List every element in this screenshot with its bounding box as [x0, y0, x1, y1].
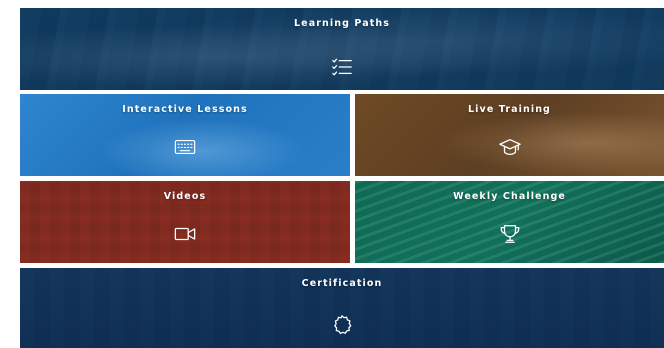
certification-tile[interactable]: Certification — [20, 268, 664, 348]
badge-icon — [329, 312, 355, 338]
certification-label: Certification — [301, 278, 383, 289]
learning-paths-label: Learning Paths — [294, 18, 390, 29]
trophy-icon — [497, 221, 523, 247]
videos-tile[interactable]: Videos — [20, 181, 350, 263]
checklist-icon — [329, 54, 355, 80]
interactive-lessons-label: Interactive Lessons — [122, 104, 248, 115]
weekly-challenge-label: Weekly Challenge — [453, 191, 566, 202]
weekly-challenge-tile[interactable]: Weekly Challenge — [355, 181, 664, 263]
video-camera-icon — [172, 221, 198, 247]
keyboard-icon — [172, 134, 198, 160]
videos-label: Videos — [163, 191, 207, 202]
live-training-tile[interactable]: Live Training — [355, 94, 664, 176]
live-training-label: Live Training — [468, 104, 551, 115]
learning-paths-tile[interactable]: Learning Paths — [20, 8, 664, 90]
interactive-lessons-tile[interactable]: Interactive Lessons — [20, 94, 350, 176]
graduation-cap-icon — [497, 134, 523, 160]
